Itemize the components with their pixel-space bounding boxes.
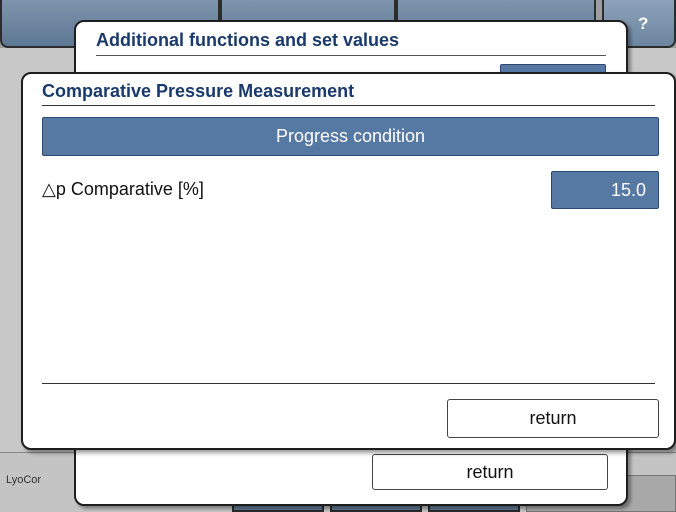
question-icon: ? bbox=[638, 14, 649, 33]
delta-p-comparative-label: △p Comparative [%] bbox=[42, 179, 204, 199]
footer-status: LyoCor bbox=[6, 474, 42, 486]
dialog-title: Comparative Pressure Measurement bbox=[42, 81, 355, 101]
dialog-title: Additional functions and set values bbox=[96, 30, 400, 50]
return-button[interactable]: return bbox=[447, 399, 659, 438]
section-header: Progress condition bbox=[42, 117, 659, 156]
title-divider bbox=[96, 55, 606, 56]
footer-divider bbox=[42, 383, 655, 384]
title-divider bbox=[42, 105, 655, 106]
return-button[interactable]: return bbox=[372, 454, 608, 490]
comparative-pressure-dialog: Comparative Pressure Measurement Progres… bbox=[21, 72, 676, 450]
delta-p-comparative-field[interactable]: 15.0 bbox=[551, 171, 659, 209]
